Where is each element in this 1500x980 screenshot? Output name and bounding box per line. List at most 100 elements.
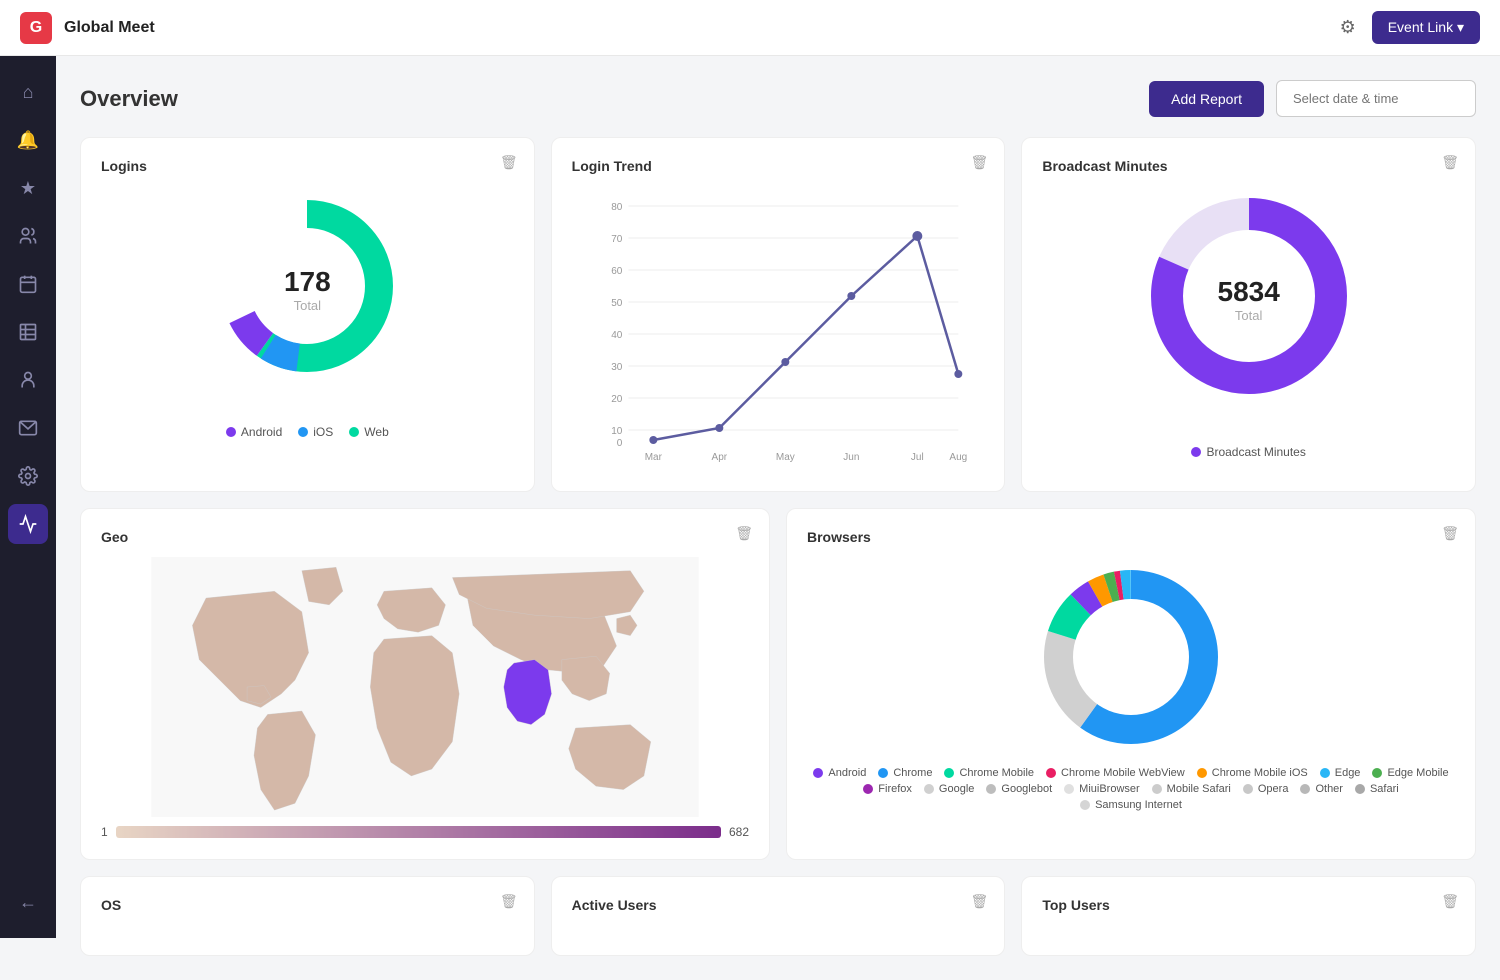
svg-text:60: 60 — [611, 266, 623, 277]
legend-dot-ios — [298, 427, 308, 437]
broadcast-donut-container: 5834 Total — [1042, 186, 1455, 433]
svg-text:0: 0 — [616, 438, 622, 449]
sidebar-item-table[interactable] — [8, 312, 48, 352]
broadcast-card-title: Broadcast Minutes — [1042, 158, 1455, 174]
svg-text:Jun: Jun — [843, 452, 859, 463]
legend-android: Android — [813, 767, 866, 779]
browsers-donut-wrapper — [807, 557, 1455, 757]
logins-donut-container: 178 Total — [101, 186, 514, 413]
geo-map — [101, 557, 749, 817]
legend-miuibrowser: MiuiBrowser — [1064, 783, 1140, 795]
sidebar-item-team[interactable] — [8, 360, 48, 400]
logins-card-delete[interactable]: 🗑 — [500, 154, 518, 171]
legend-chrome-mobile: Chrome Mobile — [944, 767, 1034, 779]
legend-safari: Safari — [1355, 783, 1399, 795]
topnav-right: ⚙ Event Link ▾ — [1340, 11, 1480, 44]
legend-other: Other — [1300, 783, 1343, 795]
svg-text:Mar: Mar — [644, 452, 662, 463]
browsers-card-delete[interactable]: 🗑 — [1441, 525, 1459, 542]
sidebar-item-back[interactable]: ← — [8, 882, 48, 922]
svg-text:80: 80 — [611, 202, 623, 213]
sidebar-item-users[interactable] — [8, 216, 48, 256]
legend-google: Google — [924, 783, 974, 795]
os-card: OS 🗑 — [80, 876, 535, 956]
logins-card-title: Logins — [101, 158, 514, 174]
geo-bar — [116, 826, 721, 838]
cards-row-1: Logins 🗑 178 Total — [80, 137, 1476, 492]
login-trend-delete[interactable]: 🗑 — [971, 154, 989, 171]
geo-card: Geo 🗑 — [80, 508, 770, 860]
geo-card-delete[interactable]: 🗑 — [735, 525, 753, 542]
event-link-button[interactable]: Event Link ▾ — [1372, 11, 1480, 44]
logins-card: Logins 🗑 178 Total — [80, 137, 535, 492]
geo-legend: 1 682 — [101, 825, 749, 839]
legend-samsung: Samsung Internet — [1080, 799, 1182, 811]
cards-row-3: OS 🗑 Active Users 🗑 Top Users 🗑 — [80, 876, 1476, 956]
legend-item-broadcast: Broadcast Minutes — [1191, 445, 1305, 459]
gear-button[interactable]: ⚙ — [1340, 17, 1356, 38]
legend-firefox: Firefox — [863, 783, 912, 795]
browsers-legend: Android Chrome Chrome Mobile Chrome Mobi… — [807, 767, 1455, 811]
geo-card-title: Geo — [101, 529, 749, 545]
main-content: Overview Add Report Logins 🗑 178 Tota — [56, 56, 1500, 980]
broadcast-card: Broadcast Minutes 🗑 5834 Total Broadcast… — [1021, 137, 1476, 492]
legend-googlebot: Googlebot — [986, 783, 1052, 795]
svg-text:70: 70 — [611, 234, 623, 245]
sidebar-item-mail[interactable] — [8, 408, 48, 448]
sidebar-bottom: ← — [8, 882, 48, 922]
app-title: Global Meet — [64, 19, 155, 37]
date-select-input[interactable] — [1276, 80, 1476, 117]
geo-min: 1 — [101, 825, 108, 839]
topnav: G Global Meet ⚙ Event Link ▾ — [0, 0, 1500, 56]
svg-text:30: 30 — [611, 362, 623, 373]
broadcast-legend: Broadcast Minutes — [1042, 445, 1455, 459]
svg-text:Jul: Jul — [911, 452, 924, 463]
top-users-card: Top Users 🗑 — [1021, 876, 1476, 956]
gear-icon: ⚙ — [1340, 17, 1356, 37]
sidebar-item-settings[interactable] — [8, 456, 48, 496]
browsers-card: Browsers 🗑 — [786, 508, 1476, 860]
sidebar-item-bell[interactable]: 🔔 — [8, 120, 48, 160]
page-header: Overview Add Report — [80, 80, 1476, 117]
sidebar-item-calendar[interactable] — [8, 264, 48, 304]
os-card-delete[interactable]: 🗑 — [500, 893, 518, 910]
svg-text:40: 40 — [611, 330, 623, 341]
login-trend-title: Login Trend — [572, 158, 985, 174]
sidebar-item-home[interactable]: ⌂ — [8, 72, 48, 112]
geo-max: 682 — [729, 825, 749, 839]
world-map-svg — [101, 557, 749, 817]
active-users-card-delete[interactable]: 🗑 — [971, 893, 989, 910]
legend-item-web: Web — [349, 425, 388, 439]
logins-donut-label: 178 Total — [284, 266, 331, 313]
broadcast-total: 5834 — [1218, 276, 1280, 308]
top-users-card-title: Top Users — [1042, 897, 1455, 913]
broadcast-card-delete[interactable]: 🗑 — [1441, 154, 1459, 171]
os-card-title: OS — [101, 897, 514, 913]
sidebar-item-star[interactable]: ★ — [8, 168, 48, 208]
legend-item-ios: iOS — [298, 425, 333, 439]
page-title: Overview — [80, 86, 1137, 112]
svg-text:50: 50 — [611, 298, 623, 309]
legend-chrome-mobile-webview: Chrome Mobile WebView — [1046, 767, 1185, 779]
legend-dot-broadcast — [1191, 447, 1201, 457]
sidebar-item-chart[interactable] — [8, 504, 48, 544]
active-users-card: Active Users 🗑 — [551, 876, 1006, 956]
active-users-card-title: Active Users — [572, 897, 985, 913]
legend-edge: Edge — [1320, 767, 1361, 779]
legend-dot-web — [349, 427, 359, 437]
add-report-button[interactable]: Add Report — [1149, 81, 1264, 117]
logins-total-label: Total — [284, 298, 331, 313]
app-logo: G — [20, 12, 52, 44]
top-users-card-delete[interactable]: 🗑 — [1441, 893, 1459, 910]
legend-chrome-mobile-ios: Chrome Mobile iOS — [1197, 767, 1308, 779]
legend-dot-android — [226, 427, 236, 437]
legend-chrome: Chrome — [878, 767, 932, 779]
browsers-card-title: Browsers — [807, 529, 1455, 545]
broadcast-donut-label: 5834 Total — [1218, 276, 1280, 323]
browsers-donut-svg — [1031, 557, 1231, 757]
svg-text:10: 10 — [611, 426, 623, 437]
svg-text:Apr: Apr — [711, 452, 727, 463]
logins-total: 178 — [284, 266, 331, 298]
cards-row-2: Geo 🗑 — [80, 508, 1476, 860]
svg-text:20: 20 — [611, 394, 623, 405]
